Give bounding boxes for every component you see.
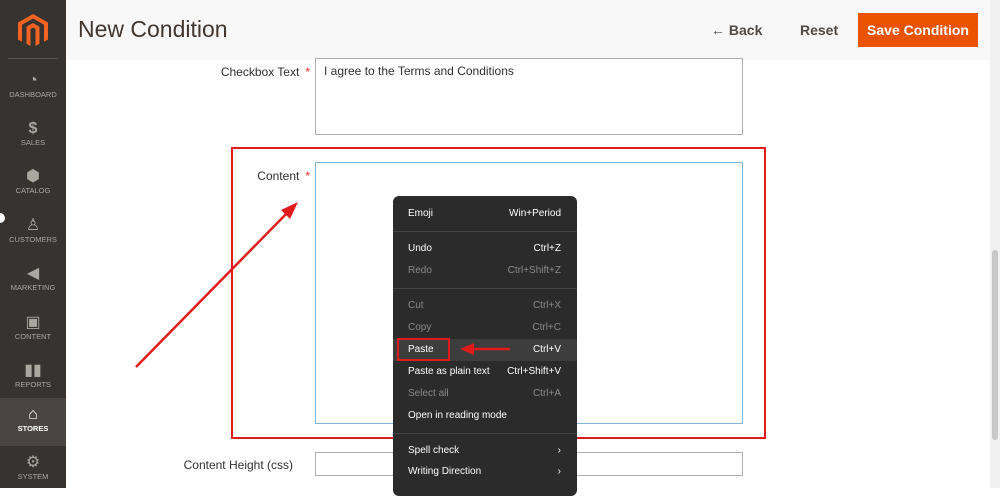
menu-item-spell-check[interactable]: Spell check › [393, 440, 577, 462]
menu-divider [393, 231, 577, 232]
scrollbar-thumb[interactable] [992, 250, 998, 440]
sidebar-item-sales[interactable]: $ SALES [0, 112, 66, 160]
save-condition-button[interactable]: Save Condition [858, 13, 978, 47]
bar-chart-icon: ▮▮ [24, 362, 42, 379]
menu-divider [393, 288, 577, 289]
sidebar-item-content[interactable]: ▣ CONTENT [0, 306, 66, 354]
menu-item-select-all[interactable]: Select all Ctrl+A [393, 383, 577, 405]
chevron-right-icon: › [557, 445, 561, 456]
sidebar-item-catalog[interactable]: ⬢ CATALOG [0, 160, 66, 208]
megaphone-icon: ◀ [26, 265, 40, 282]
back-button[interactable]: ← Back [711, 22, 762, 38]
menu-item-copy[interactable]: Copy Ctrl+C [393, 317, 577, 339]
content-height-label: Content Height (css) [183, 458, 293, 472]
menu-item-writing-direction[interactable]: Writing Direction › [393, 461, 577, 483]
sidebar-item-marketing[interactable]: ◀ MARKETING [0, 257, 66, 305]
checkbox-text-label: Checkbox Text * [220, 65, 310, 79]
page-header: New Condition ← Back Reset Save Conditio… [66, 0, 990, 60]
menu-item-emoji[interactable]: Emoji Win+Period [393, 203, 577, 225]
admin-sidebar: ◔ DASHBOARD $ SALES ⬢ CATALOG ♙ CUSTOMERS ◀ M… [0, 0, 66, 488]
magento-logo[interactable] [18, 14, 48, 48]
store-icon: ⌂ [28, 406, 38, 423]
menu-item-redo[interactable]: Redo Ctrl+Shift+Z [393, 260, 577, 282]
dashboard-icon: ◔ [28, 72, 38, 89]
arrow-left-icon: ← [711, 22, 729, 38]
reset-button[interactable]: Reset [800, 22, 838, 38]
menu-item-cut[interactable]: Cut Ctrl+X [393, 295, 577, 317]
layout-icon: ▣ [25, 314, 41, 331]
menu-item-undo[interactable]: Undo Ctrl+Z [393, 238, 577, 260]
sidebar-item-stores[interactable]: ⌂ STORES [0, 398, 66, 446]
sidebar-divider [8, 58, 58, 59]
person-icon: ♙ [25, 217, 41, 234]
box-icon: ⬢ [26, 168, 40, 185]
chevron-right-icon: › [557, 466, 561, 477]
sidebar-item-system[interactable]: ⚙ SYSTEM [0, 446, 66, 494]
sidebar-item-reports[interactable]: ▮▮ REPORTS [0, 354, 66, 402]
gear-icon: ⚙ [25, 454, 41, 471]
sidebar-item-customers[interactable]: ♙ CUSTOMERS [0, 209, 66, 257]
content-label: Content * [257, 169, 310, 183]
menu-item-paste-plain[interactable]: Paste as plain text Ctrl+Shift+V [393, 361, 577, 383]
page-title: New Condition [78, 16, 228, 42]
checkbox-text-textarea[interactable]: I agree to the Terms and Conditions [315, 58, 743, 135]
menu-item-reading-mode[interactable]: Open in reading mode [393, 405, 577, 427]
dollar-icon: $ [28, 120, 38, 137]
menu-divider [393, 433, 577, 434]
paste-highlight-box [397, 338, 450, 361]
sidebar-item-dashboard[interactable]: ◔ DASHBOARD [0, 64, 66, 112]
